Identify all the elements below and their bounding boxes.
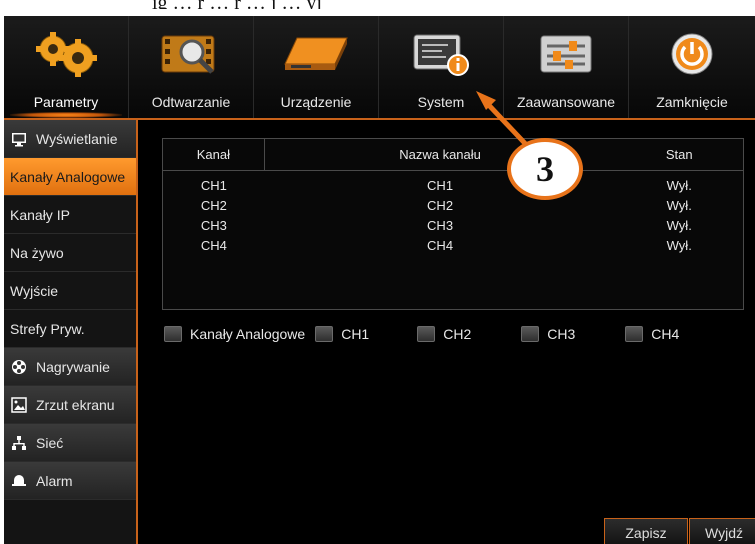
sidebar-item-alarm[interactable]: Alarm: [4, 462, 136, 500]
checkbox-box[interactable]: [521, 326, 540, 342]
film-search-icon: [156, 28, 226, 80]
main-panel: Kanał Nazwa kanału Stan CH1 CH1 Wył. CH2…: [140, 120, 755, 544]
caption-strip: ig … ŕ … ŕ … j … yj: [0, 0, 755, 9]
sidebar-item-label: Zrzut ekranu: [36, 396, 115, 413]
toolbar-label: Urządzenie: [280, 94, 352, 110]
cell-stan: Wył.: [666, 217, 692, 233]
checkbox-label: CH1: [341, 326, 370, 342]
checkbox-ch1[interactable]: CH1: [315, 326, 369, 342]
toolbar-label: Zaawansowane: [516, 94, 616, 110]
toolbar-label: System: [417, 94, 465, 110]
column-header-kanal: Kanał: [163, 139, 265, 170]
sidebar-item-siec[interactable]: Sieć: [4, 424, 136, 462]
toolbar-odtwarzanie[interactable]: Odtwarzanie: [129, 16, 254, 118]
sidebar-item-label: Na żywo: [10, 244, 64, 261]
toolbar-parametry[interactable]: Parametry: [4, 16, 129, 118]
checkbox-label: CH2: [443, 326, 472, 342]
toolbar-label: Parametry: [33, 94, 99, 110]
toolbar-label: Zamknięcie: [656, 94, 728, 110]
checkbox-box[interactable]: [625, 326, 644, 342]
sidebar-item-wyjscie[interactable]: Wyjście: [4, 272, 136, 310]
toolbar-system[interactable]: System: [379, 16, 504, 118]
checkbox-ch2[interactable]: CH2: [417, 326, 471, 342]
sidebar-item-label: Wyświetlanie: [36, 130, 118, 147]
save-button[interactable]: Zapisz: [604, 518, 688, 544]
top-toolbar: Parametry Odtwarzanie Urządzenie System …: [4, 16, 755, 118]
sidebar-item-strefy-pryw[interactable]: Strefy Pryw.: [4, 310, 136, 348]
sidebar-item-zrzut-ekranu[interactable]: Zrzut ekranu: [4, 386, 136, 424]
sidebar-item-label: Sieć: [36, 434, 64, 451]
annotation-badge: 3: [507, 138, 583, 200]
checkbox-label: CH3: [547, 326, 576, 342]
toolbar-urzadzenie[interactable]: Urządzenie: [254, 16, 379, 118]
column-header-stan: Stan: [665, 147, 693, 162]
cell-kanal: CH2: [200, 197, 227, 213]
toolbar-zamkniecie[interactable]: Zamknięcie: [629, 16, 755, 118]
cell-kanal: CH3: [200, 217, 227, 233]
cell-stan: Wył.: [666, 177, 692, 193]
table-row[interactable]: CH1 CH1 Wył.: [163, 175, 743, 195]
table-row[interactable]: CH4 CH4 Wył.: [163, 235, 743, 255]
bell-icon: [10, 472, 28, 490]
sidebar-item-label: Kanały Analogowe: [10, 168, 126, 185]
cell-kanal: CH4: [200, 237, 227, 253]
cell-kanal: CH1: [200, 177, 227, 193]
toolbar-zaawansowane[interactable]: Zaawansowane: [504, 16, 629, 118]
sidebar-item-nagrywanie[interactable]: Nagrywanie: [4, 348, 136, 386]
caption-text: ig … ŕ … ŕ … j … yj: [152, 0, 322, 9]
checkbox-ch3[interactable]: CH3: [521, 326, 575, 342]
reel-icon: [10, 358, 28, 376]
monitor-icon: [10, 130, 28, 148]
cell-stan: Wył.: [666, 237, 692, 253]
checkbox-kanaly-analogowe[interactable]: Kanały Analogowe: [164, 326, 305, 342]
cell-nazwa: CH3: [427, 217, 454, 233]
channel-table: Kanał Nazwa kanału Stan CH1 CH1 Wył. CH2…: [162, 138, 744, 310]
exit-button[interactable]: Wyjdź: [689, 518, 755, 544]
sidebar-item-kanaly-analogowe[interactable]: Kanały Analogowe: [4, 158, 136, 196]
table-header: Kanał Nazwa kanału Stan: [163, 139, 743, 171]
table-row[interactable]: CH2 CH2 Wył.: [163, 195, 743, 215]
sidebar-item-na-zywo[interactable]: Na żywo: [4, 234, 136, 272]
system-info-icon: [406, 28, 476, 80]
sidebar-item-label: Kanały IP: [10, 206, 70, 223]
sidebar-item-label: Nagrywanie: [36, 358, 110, 375]
checkbox-ch4[interactable]: CH4: [625, 326, 679, 342]
power-icon: [657, 28, 727, 80]
sidebar-item-label: Alarm: [36, 472, 73, 489]
hard-drive-icon: [281, 28, 351, 80]
sidebar-item-label: Strefy Pryw.: [10, 320, 85, 337]
sidebar-item-wyswietlanie[interactable]: Wyświetlanie: [4, 120, 136, 158]
cell-nazwa: CH2: [427, 197, 454, 213]
sliders-icon: [531, 28, 601, 80]
sidebar-item-kanaly-ip[interactable]: Kanały IP: [4, 196, 136, 234]
annotation-number: 3: [536, 149, 554, 189]
checkbox-box[interactable]: [315, 326, 334, 342]
channel-checkbox-row: Kanały Analogowe CH1 CH2 CH3 CH4: [164, 326, 679, 342]
cell-nazwa: CH4: [427, 237, 454, 253]
checkbox-box[interactable]: [164, 326, 182, 342]
table-row[interactable]: CH3 CH3 Wył.: [163, 215, 743, 235]
toolbar-label: Odtwarzanie: [151, 94, 231, 110]
cell-stan: Wył.: [666, 197, 692, 213]
sidebar: Wyświetlanie Kanały Analogowe Kanały IP …: [4, 120, 138, 544]
sidebar-item-label: Wyjście: [10, 282, 59, 299]
checkbox-box[interactable]: [417, 326, 436, 342]
checkbox-label: Kanały Analogowe: [190, 326, 306, 342]
checkbox-label: CH4: [651, 326, 680, 342]
dvr-settings-window: Parametry Odtwarzanie Urządzenie System …: [4, 16, 755, 544]
network-icon: [10, 434, 28, 452]
gears-icon: [31, 28, 101, 80]
image-icon: [10, 396, 28, 414]
